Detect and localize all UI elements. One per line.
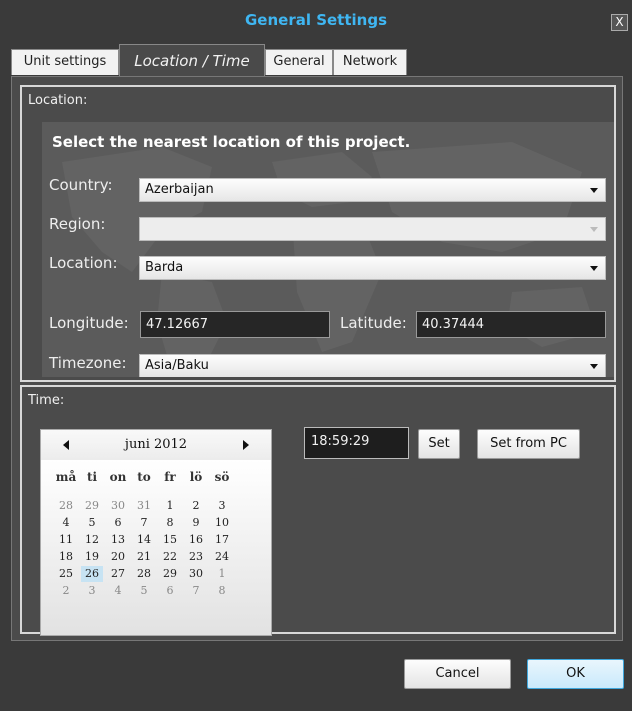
chevron-left-icon[interactable] [63, 440, 69, 450]
chevron-right-icon[interactable] [243, 440, 249, 450]
calendar-day[interactable]: 23 [185, 549, 207, 565]
tab-location-time[interactable]: Location / Time [119, 44, 265, 76]
calendar-day[interactable]: 28 [55, 498, 77, 514]
calendar-weekday: fr [164, 470, 176, 484]
calendar-day[interactable]: 16 [185, 532, 207, 548]
tab-panel: Location: Select the nearest location of… [11, 76, 623, 641]
calendar-weekday: ti [86, 470, 98, 484]
longitude-field[interactable]: 47.12667 [140, 311, 330, 338]
calendar-day[interactable]: 2 [55, 583, 77, 599]
latitude-label: Latitude: [340, 314, 407, 332]
calendar-day[interactable]: 20 [107, 549, 129, 565]
chevron-down-icon [590, 364, 598, 369]
timezone-label: Timezone: [49, 354, 127, 372]
calendar-day[interactable]: 24 [211, 549, 233, 565]
calendar-day[interactable]: 15 [159, 532, 181, 548]
calendar-day[interactable]: 1 [159, 498, 181, 514]
calendar-day[interactable]: 18 [55, 549, 77, 565]
calendar[interactable]: juni 2012 må ti on to fr lö sö 28 29 30 31 1 2 3 4 5 6 7 8… [40, 429, 272, 636]
calendar-weekday: lö [189, 470, 203, 484]
calendar-day[interactable]: 13 [107, 532, 129, 548]
calendar-day[interactable]: 8 [159, 515, 181, 531]
calendar-day[interactable]: 7 [185, 583, 207, 599]
tab-unit-settings[interactable]: Unit settings [11, 49, 119, 75]
time-group-label: Time: [28, 393, 65, 408]
calendar-day[interactable]: 2 [185, 498, 207, 514]
calendar-day[interactable]: 7 [133, 515, 155, 531]
chevron-down-icon [590, 227, 598, 232]
calendar-day[interactable]: 11 [55, 532, 77, 548]
calendar-day[interactable]: 30 [107, 498, 129, 514]
location-group-label: Location: [28, 93, 88, 108]
chevron-down-icon [590, 188, 598, 193]
world-map: Select the nearest location of this proj… [42, 122, 614, 377]
country-label: Country: [49, 176, 113, 194]
location-label: Location: [49, 254, 118, 272]
calendar-day[interactable]: 30 [185, 566, 207, 582]
country-select[interactable]: Azerbaijan [139, 178, 606, 202]
set-from-pc-button[interactable]: Set from PC [477, 429, 580, 459]
window-title: General Settings [244, 11, 388, 29]
calendar-day[interactable]: 6 [159, 583, 181, 599]
latitude-field[interactable]: 40.37444 [416, 311, 606, 338]
location-select[interactable]: Barda [139, 256, 606, 280]
calendar-weekday: to [137, 470, 151, 484]
calendar-day[interactable]: 29 [81, 498, 103, 514]
calendar-day[interactable]: 25 [55, 566, 77, 582]
calendar-day[interactable]: 5 [133, 583, 155, 599]
calendar-weekday: on [109, 470, 127, 484]
calendar-day[interactable]: 14 [133, 532, 155, 548]
calendar-day[interactable]: 1 [211, 566, 233, 582]
calendar-day[interactable]: 19 [81, 549, 103, 565]
set-button[interactable]: Set [418, 429, 460, 459]
location-heading: Select the nearest location of this proj… [52, 133, 411, 151]
cancel-button[interactable]: Cancel [404, 659, 511, 689]
calendar-day[interactable]: 21 [133, 549, 155, 565]
calendar-day[interactable]: 10 [211, 515, 233, 531]
calendar-weekday: sö [214, 470, 230, 484]
calendar-weekday: må [55, 470, 77, 484]
time-group: Time: juni 2012 må ti on to fr lö sö 28 29 30 31 1 2… [20, 385, 616, 636]
calendar-day[interactable]: 3 [81, 583, 103, 599]
calendar-day[interactable]: 6 [107, 515, 129, 531]
calendar-header: juni 2012 [41, 430, 271, 460]
calendar-month-label[interactable]: juni 2012 [101, 437, 211, 452]
calendar-day[interactable]: 9 [185, 515, 207, 531]
calendar-day[interactable]: 4 [107, 583, 129, 599]
ok-button[interactable]: OK [527, 659, 624, 689]
calendar-day[interactable]: 8 [211, 583, 233, 599]
longitude-label: Longitude: [49, 314, 129, 332]
calendar-day[interactable]: 31 [133, 498, 155, 514]
region-select[interactable] [139, 217, 606, 241]
calendar-day[interactable]: 29 [159, 566, 181, 582]
time-input[interactable]: 18:59:29 [304, 427, 409, 459]
chevron-down-icon [590, 266, 598, 271]
region-label: Region: [49, 215, 106, 233]
country-value: Azerbaijan [145, 182, 214, 197]
tab-network[interactable]: Network [333, 49, 407, 75]
timezone-select[interactable]: Asia/Baku [139, 354, 606, 377]
tab-general[interactable]: General [265, 49, 333, 75]
world-map-image [62, 142, 597, 372]
calendar-day[interactable]: 22 [159, 549, 181, 565]
calendar-day[interactable]: 17 [211, 532, 233, 548]
location-value: Barda [145, 260, 184, 275]
close-icon[interactable]: X [611, 14, 628, 31]
timezone-value: Asia/Baku [145, 358, 209, 373]
title-bar: General Settings X [0, 0, 632, 44]
calendar-grid: må ti on to fr lö sö 28 29 30 31 1 2 3 4 5 6 7 8 9 10 11 12 13 1… [41, 460, 271, 635]
location-group: Location: Select the nearest location of… [20, 85, 616, 382]
calendar-day[interactable]: 3 [211, 498, 233, 514]
calendar-day[interactable]: 28 [133, 566, 155, 582]
calendar-day-selected[interactable]: 26 [81, 566, 103, 582]
calendar-day[interactable]: 12 [81, 532, 103, 548]
calendar-day[interactable]: 27 [107, 566, 129, 582]
calendar-day[interactable]: 5 [81, 515, 103, 531]
calendar-day[interactable]: 4 [55, 515, 77, 531]
